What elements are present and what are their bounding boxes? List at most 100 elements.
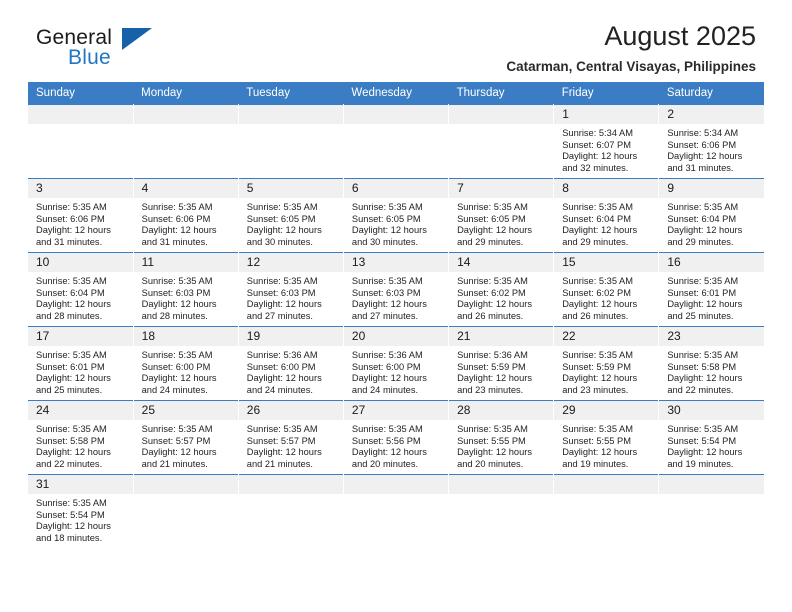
calendar-day-cell[interactable]: 10 Sunrise: 5:35 AM Sunset: 6:04 PM Dayligh…: [28, 252, 134, 327]
weekday-header-thursday: Thursday: [448, 82, 554, 105]
calendar-day-cell[interactable]: 27 Sunrise: 5:35 AM Sunset: 5:56 PM Dayligh…: [343, 400, 450, 475]
daylight-text-line2: and 28 minutes.: [141, 310, 208, 321]
day-cell-inner: 19 Sunrise: 5:36 AM Sunset: 6:00 PM Dayligh…: [238, 327, 343, 400]
calendar-day-cell[interactable]: 21 Sunrise: 5:36 AM Sunset: 5:59 PM Dayligh…: [448, 326, 555, 401]
calendar-day-cell[interactable]: 11 Sunrise: 5:35 AM Sunset: 6:03 PM Dayligh…: [133, 252, 239, 327]
day-cell-inner: 4 Sunrise: 5:35 AM Sunset: 6:06 PM Daylight…: [133, 179, 238, 252]
day-number: 11: [133, 253, 238, 272]
day-details: [344, 494, 448, 498]
calendar-empty-cell: [553, 474, 660, 549]
day-details: Sunrise: 5:35 AM Sunset: 6:01 PM Daylight:…: [659, 272, 764, 322]
calendar-empty-cell: [28, 104, 134, 179]
calendar-week-row: 31 Sunrise: 5:35 AM Sunset: 5:54 PM Dayligh…: [28, 474, 764, 549]
calendar-day-cell[interactable]: 25 Sunrise: 5:35 AM Sunset: 5:57 PM Dayligh…: [133, 400, 239, 475]
day-cell-inner: [238, 105, 343, 178]
day-details: [554, 494, 658, 498]
daylight-text-line2: and 32 minutes.: [562, 162, 629, 173]
calendar-day-cell[interactable]: 30 Sunrise: 5:35 AM Sunset: 5:54 PM Dayligh…: [658, 400, 764, 475]
calendar-day-cell[interactable]: 15 Sunrise: 5:35 AM Sunset: 6:02 PM Dayligh…: [553, 252, 660, 327]
day-details: Sunrise: 5:34 AM Sunset: 6:07 PM Daylight:…: [554, 124, 658, 174]
day-cell-inner: 9 Sunrise: 5:35 AM Sunset: 6:04 PM Daylight…: [659, 179, 764, 252]
day-number: 3: [28, 179, 133, 198]
calendar-day-cell[interactable]: 3 Sunrise: 5:35 AM Sunset: 6:06 PM Daylight…: [28, 178, 134, 253]
calendar-day-cell[interactable]: 24 Sunrise: 5:35 AM Sunset: 5:58 PM Dayligh…: [28, 400, 134, 475]
daylight-text-line1: Daylight: 12 hours: [667, 447, 743, 458]
general-blue-logo[interactable]: General Blue: [36, 26, 266, 82]
calendar-day-cell[interactable]: 16 Sunrise: 5:35 AM Sunset: 6:01 PM Dayligh…: [658, 252, 764, 327]
day-number: 30: [659, 401, 764, 420]
day-number: 19: [238, 327, 343, 346]
daylight-text-line1: Daylight: 12 hours: [562, 299, 638, 310]
calendar-day-cell[interactable]: 8 Sunrise: 5:35 AM Sunset: 6:04 PM Daylight…: [553, 178, 660, 253]
daylight-text-line1: Daylight: 12 hours: [562, 151, 638, 162]
day-cell-inner: 10 Sunrise: 5:35 AM Sunset: 6:04 PM Dayligh…: [28, 253, 133, 326]
sunset-text: Sunset: 5:55 PM: [457, 435, 526, 446]
calendar-day-cell[interactable]: 26 Sunrise: 5:35 AM Sunset: 5:57 PM Dayligh…: [238, 400, 344, 475]
day-number: 16: [659, 253, 764, 272]
sunrise-text: Sunrise: 5:35 AM: [351, 424, 423, 434]
calendar-page: General Blue August 2025 Catarman, Centr…: [0, 0, 792, 612]
calendar-week-row: 3 Sunrise: 5:35 AM Sunset: 6:06 PM Daylight…: [28, 178, 764, 253]
calendar-day-cell[interactable]: 31 Sunrise: 5:35 AM Sunset: 5:54 PM Dayligh…: [28, 474, 134, 549]
day-number: 20: [343, 327, 449, 346]
day-cell-inner: 8 Sunrise: 5:35 AM Sunset: 6:04 PM Daylight…: [554, 179, 659, 252]
calendar-day-cell[interactable]: 18 Sunrise: 5:35 AM Sunset: 6:00 PM Dayligh…: [133, 326, 239, 401]
day-details: Sunrise: 5:35 AM Sunset: 6:03 PM Daylight:…: [239, 272, 343, 322]
daylight-text-line1: Daylight: 12 hours: [562, 225, 638, 236]
calendar-day-cell[interactable]: 19 Sunrise: 5:36 AM Sunset: 6:00 PM Dayligh…: [238, 326, 344, 401]
daylight-text-line2: and 22 minutes.: [667, 384, 734, 395]
day-number: [238, 475, 343, 494]
day-details: [28, 124, 133, 128]
calendar-empty-cell: [133, 474, 239, 549]
calendar-day-cell[interactable]: 7 Sunrise: 5:35 AM Sunset: 6:05 PM Daylight…: [448, 178, 555, 253]
calendar-day-cell[interactable]: 23 Sunrise: 5:35 AM Sunset: 5:58 PM Dayligh…: [658, 326, 764, 401]
day-details: [449, 124, 553, 128]
sunrise-text: Sunrise: 5:35 AM: [36, 276, 107, 286]
calendar-day-cell[interactable]: 9 Sunrise: 5:35 AM Sunset: 6:04 PM Daylight…: [658, 178, 764, 253]
calendar-week-row: 10 Sunrise: 5:35 AM Sunset: 6:04 PM Dayligh…: [28, 252, 764, 327]
sunrise-text: Sunrise: 5:34 AM: [562, 128, 634, 138]
calendar-day-cell[interactable]: 12 Sunrise: 5:35 AM Sunset: 6:03 PM Dayligh…: [238, 252, 344, 327]
day-number: 9: [659, 179, 764, 198]
daylight-text-line2: and 30 minutes.: [351, 236, 419, 247]
sunrise-text: Sunrise: 5:36 AM: [457, 350, 528, 360]
calendar-day-cell[interactable]: 22 Sunrise: 5:35 AM Sunset: 5:59 PM Dayligh…: [553, 326, 660, 401]
calendar-day-cell[interactable]: 4 Sunrise: 5:35 AM Sunset: 6:06 PM Daylight…: [133, 178, 239, 253]
day-number: [343, 105, 449, 124]
day-details: Sunrise: 5:36 AM Sunset: 6:00 PM Daylight:…: [344, 346, 448, 396]
daylight-text-line1: Daylight: 12 hours: [246, 299, 322, 310]
calendar-day-cell[interactable]: 29 Sunrise: 5:35 AM Sunset: 5:55 PM Dayligh…: [553, 400, 660, 475]
sunrise-text: Sunrise: 5:36 AM: [246, 350, 318, 360]
day-cell-inner: 13 Sunrise: 5:35 AM Sunset: 6:03 PM Dayligh…: [343, 253, 449, 326]
calendar-day-cell[interactable]: 5 Sunrise: 5:35 AM Sunset: 6:05 PM Daylight…: [238, 178, 344, 253]
weekday-header-sunday: Sunday: [28, 82, 134, 105]
daylight-text-line1: Daylight: 12 hours: [667, 373, 743, 384]
daylight-text-line1: Daylight: 12 hours: [36, 447, 111, 458]
day-details: Sunrise: 5:35 AM Sunset: 5:58 PM Daylight:…: [659, 346, 764, 396]
sunset-text: Sunset: 6:03 PM: [351, 287, 421, 298]
calendar-week-row: 17 Sunrise: 5:35 AM Sunset: 6:01 PM Dayligh…: [28, 326, 764, 401]
day-details: Sunrise: 5:35 AM Sunset: 6:05 PM Daylight:…: [449, 198, 553, 248]
calendar-day-cell[interactable]: 13 Sunrise: 5:35 AM Sunset: 6:03 PM Dayligh…: [343, 252, 450, 327]
day-cell-inner: 14 Sunrise: 5:35 AM Sunset: 6:02 PM Dayligh…: [449, 253, 554, 326]
day-cell-inner: 6 Sunrise: 5:35 AM Sunset: 6:05 PM Daylight…: [343, 179, 449, 252]
sunset-text: Sunset: 6:01 PM: [36, 361, 105, 372]
day-number: 13: [343, 253, 449, 272]
day-number: 28: [449, 401, 554, 420]
calendar-day-cell[interactable]: 6 Sunrise: 5:35 AM Sunset: 6:05 PM Daylight…: [343, 178, 450, 253]
calendar-day-cell[interactable]: 1 Sunrise: 5:34 AM Sunset: 6:07 PM Daylight…: [553, 104, 660, 179]
weekday-header-monday: Monday: [133, 82, 239, 105]
day-cell-inner: 22 Sunrise: 5:35 AM Sunset: 5:59 PM Dayligh…: [554, 327, 659, 400]
calendar-empty-cell: [448, 474, 555, 549]
daylight-text-line1: Daylight: 12 hours: [457, 447, 532, 458]
calendar-day-cell[interactable]: 17 Sunrise: 5:35 AM Sunset: 6:01 PM Dayligh…: [28, 326, 134, 401]
calendar-day-cell[interactable]: 14 Sunrise: 5:35 AM Sunset: 6:02 PM Dayligh…: [448, 252, 555, 327]
day-details: Sunrise: 5:35 AM Sunset: 5:54 PM Daylight:…: [28, 494, 133, 544]
day-cell-inner: 12 Sunrise: 5:35 AM Sunset: 6:03 PM Dayligh…: [238, 253, 343, 326]
calendar-day-cell[interactable]: 2 Sunrise: 5:34 AM Sunset: 6:06 PM Daylight…: [658, 104, 764, 179]
calendar-day-cell[interactable]: 28 Sunrise: 5:35 AM Sunset: 5:55 PM Dayligh…: [448, 400, 555, 475]
sunset-text: Sunset: 6:07 PM: [562, 139, 631, 150]
daylight-text-line2: and 27 minutes.: [246, 310, 313, 321]
daylight-text-line2: and 30 minutes.: [246, 236, 313, 247]
calendar-day-cell[interactable]: 20 Sunrise: 5:36 AM Sunset: 6:00 PM Dayligh…: [343, 326, 450, 401]
